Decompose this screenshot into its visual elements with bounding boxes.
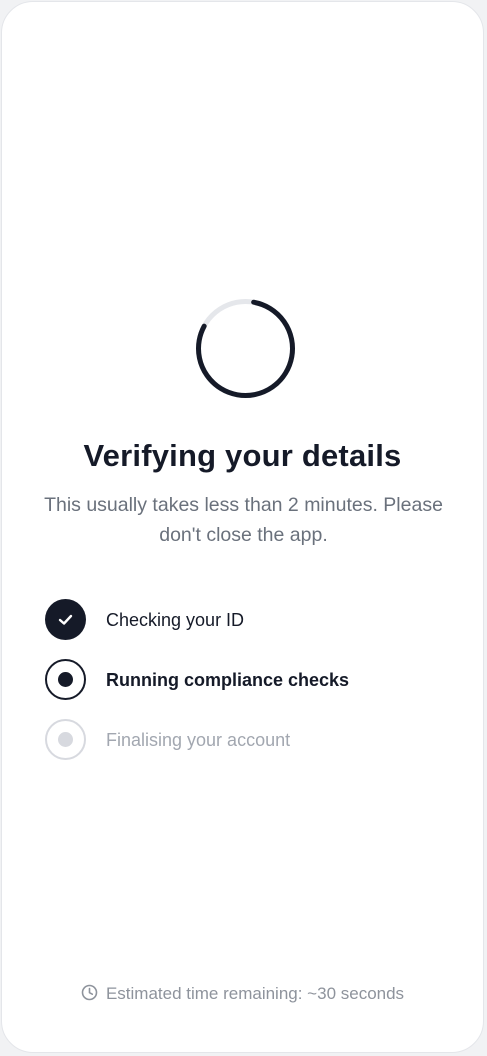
verification-screen: Verifying your details This usually take… bbox=[1, 1, 484, 1053]
step-finalising-account: Finalising your account bbox=[45, 719, 445, 760]
page-subtitle: This usually takes less than 2 minutes. … bbox=[44, 494, 443, 546]
clock-icon bbox=[81, 984, 98, 1006]
step-label: Running compliance checks bbox=[106, 670, 350, 690]
step-checking-id: Checking your ID bbox=[45, 599, 445, 640]
check-icon bbox=[45, 599, 86, 640]
step-label: Checking your ID bbox=[106, 610, 245, 630]
pending-dot-icon bbox=[45, 719, 86, 760]
step-compliance-checks: Running compliance checks bbox=[45, 659, 445, 700]
active-dot-icon bbox=[45, 659, 86, 700]
progress-steps: Checking your ID Running compliance chec… bbox=[45, 599, 445, 779]
estimated-time-text: Estimated time remaining: ~30 seconds bbox=[105, 984, 405, 1003]
estimated-time: Estimated time remaining: ~30 seconds bbox=[2, 984, 483, 1006]
spinner-progress-arc bbox=[196, 299, 295, 398]
page-title: Verifying your details bbox=[83, 438, 402, 473]
loading-spinner bbox=[196, 299, 295, 398]
step-label: Finalising your account bbox=[106, 730, 291, 750]
